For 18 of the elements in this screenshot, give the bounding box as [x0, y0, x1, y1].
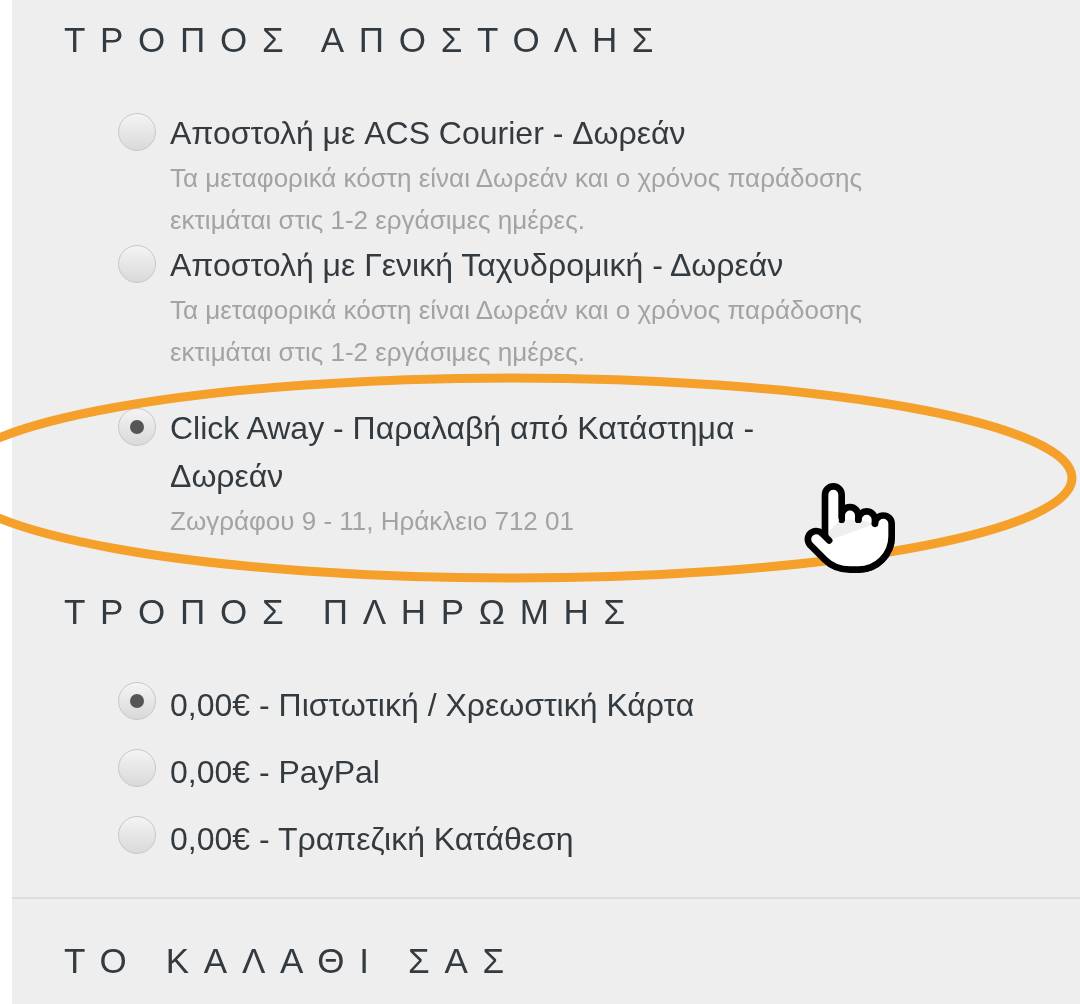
section-heading: ΤΡΟΠΟΣ ΠΛΗΡΩΜΗΣ	[63, 591, 641, 633]
payment-option-label[interactable]: 0,00€ - PayPal	[170, 745, 380, 800]
shipping-option-label[interactable]: Αποστολή με Γενική Ταχυδρομική - Δωρεάν	[170, 241, 830, 289]
radio-button[interactable]	[118, 245, 156, 283]
shipping-option-description: Τα μεταφορικά κόστη είναι Δωρεάν και ο χρόνος παράδοσης εκτιμάται στις 1-2 εργάσιμες ημέρες.	[170, 162, 863, 237]
shipping-option-description: Τα μεταφορικά κόστη είναι Δωρεάν και ο χρόνος παράδοσης εκτιμάται στις 1-2 εργάσιμες ημέρες.	[170, 294, 863, 369]
shipping-option-label[interactable]: Αποστολή με ACS Courier - Δωρεάν	[170, 109, 830, 157]
payment-option-label[interactable]: 0,00€ - Τραπεζική Κατάθεση	[170, 812, 574, 867]
radio-button[interactable]	[118, 682, 156, 720]
shipping-option-description: Ζωγράφου 9 - 11, Ηράκλειο 712 01	[170, 505, 575, 538]
shipping-option-label[interactable]: Click Away - Παραλαβή από Κατάστημα - Δωρεάν	[170, 404, 830, 500]
payment-option-label[interactable]: 0,00€ - Πιστωτική / Χρεωστική Κάρτα	[170, 678, 695, 733]
section-heading: ΤΡΟΠΟΣ ΑΠΟΣΤΟΛΗΣ	[63, 19, 670, 61]
radio-button[interactable]	[118, 816, 156, 854]
section-heading: ΤΟ ΚΑΛΑΘΙ ΣΑΣ	[63, 940, 520, 982]
radio-button[interactable]	[118, 749, 156, 787]
radio-button[interactable]	[118, 408, 156, 446]
radio-button[interactable]	[118, 113, 156, 151]
